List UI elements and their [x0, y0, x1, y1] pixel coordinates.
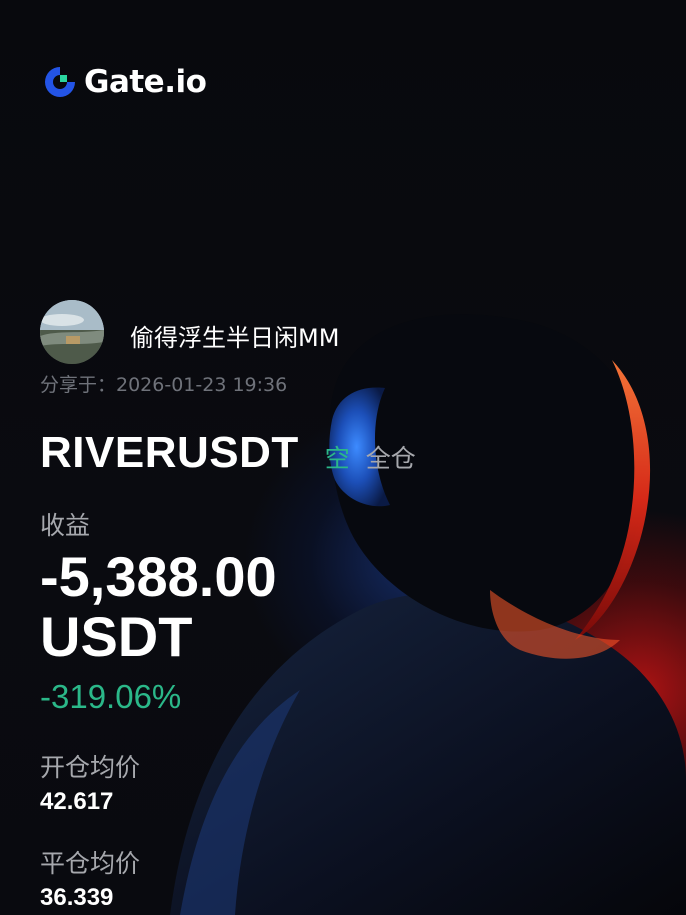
brand-name: Gate.io: [84, 64, 207, 100]
gate-logo-icon: [45, 67, 75, 97]
close-price-label: 平仓均价: [40, 849, 141, 878]
brand-logo: Gate.io: [42, 64, 207, 100]
direction-badge: 空: [324, 444, 350, 473]
trading-pair: RIVERUSDT: [40, 428, 299, 477]
pnl-unit: USDT: [40, 605, 193, 668]
close-price-value: 36.339: [40, 884, 114, 911]
entry-price-value: 42.617: [40, 788, 114, 815]
pnl-label: 收益: [40, 511, 91, 540]
username: 偷得浮生半日闲MM: [130, 324, 340, 352]
shared-timestamp: 分享于：2026-01-23 19:36: [40, 374, 288, 396]
margin-mode-badge: 全仓: [365, 444, 416, 473]
entry-price-label: 开仓均价: [40, 753, 141, 782]
roi-percentage: -319.06%: [40, 678, 182, 715]
pnl-value: -5,388.00: [40, 545, 277, 608]
avatar: [40, 300, 104, 364]
position-header: RIVERUSDT 空 全仓: [40, 428, 416, 478]
avatar-landscape: [40, 300, 104, 364]
share-card: Gate.io 偷得浮生半日闲MM 分享于：2026-01-23 19:36 R…: [0, 0, 686, 915]
